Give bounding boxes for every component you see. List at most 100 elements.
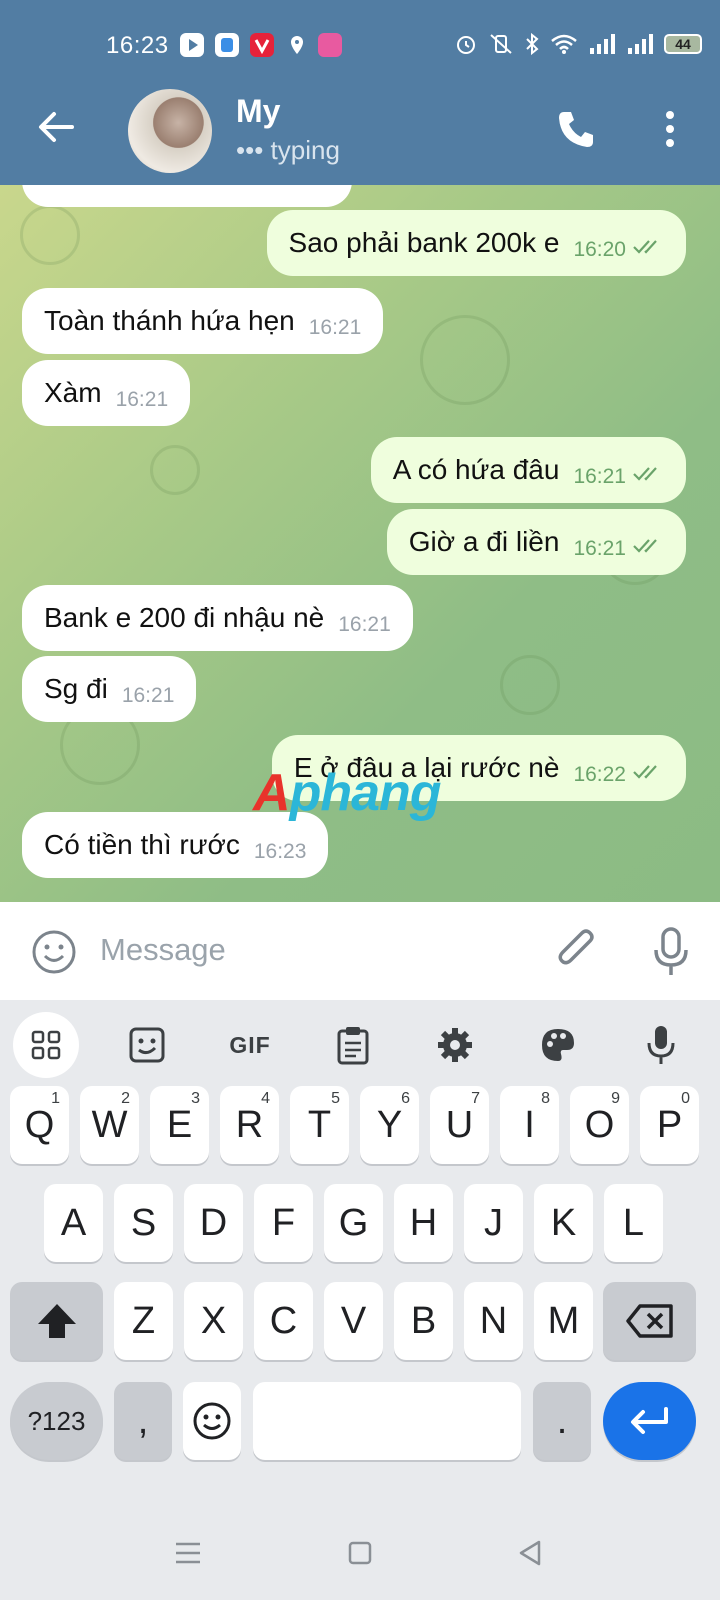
theme-palette-icon[interactable] [533,1020,583,1070]
message-time: 16:21 [338,613,391,636]
settings-gear-icon[interactable] [430,1020,480,1070]
contact-name[interactable]: My [236,93,280,130]
key-label: O [584,1103,615,1146]
key-k[interactable]: K [534,1184,593,1262]
period-key[interactable]: . [533,1382,591,1460]
shift-key[interactable] [10,1282,103,1360]
message-text: Giờ a đi liền [408,526,560,557]
message-bubble-incoming[interactable]: Xàm 16:21 [22,360,191,426]
key-a[interactable]: A [44,1184,103,1262]
key-label: Z [131,1299,156,1342]
double-check-icon [633,765,657,779]
message-bubble-incoming[interactable]: Sg đi 16:21 [22,656,197,722]
message-text: Xàm [44,377,102,408]
key-z[interactable]: Z [114,1282,173,1360]
key-r[interactable]: 4R [220,1086,279,1164]
menu-icon[interactable] [170,1535,206,1571]
key-g[interactable]: G [324,1184,383,1262]
key-label: T [307,1103,332,1146]
backspace-key[interactable] [603,1282,696,1360]
voice-input-icon[interactable] [636,1020,686,1070]
message-input[interactable]: Message [100,932,226,968]
shift-icon [37,1304,76,1338]
key-n[interactable]: N [464,1282,523,1360]
key-f[interactable]: F [254,1184,313,1262]
phone-icon[interactable] [554,107,598,151]
key-hint: 8 [541,1090,550,1107]
key-i[interactable]: 8I [500,1086,559,1164]
key-w[interactable]: 2W [80,1086,139,1164]
enter-key[interactable] [603,1382,696,1460]
status-icons: 44 [454,32,702,56]
avatar[interactable] [128,89,212,173]
key-h[interactable]: H [394,1184,453,1262]
emoji-key[interactable] [183,1382,241,1460]
alarm-icon [457,36,475,54]
home-icon[interactable] [342,1535,378,1571]
message-time: 16:21 [573,537,626,560]
key-q[interactable]: 1Q [10,1086,69,1164]
key-s[interactable]: S [114,1184,173,1262]
back-arrow-icon[interactable] [34,105,78,149]
key-label: Q [24,1103,55,1146]
sticker-icon[interactable] [122,1020,172,1070]
key-d[interactable]: D [184,1184,243,1262]
symbols-key[interactable]: ?123 [10,1382,103,1460]
back-icon[interactable] [512,1535,548,1571]
key-hint: 3 [191,1090,200,1107]
app-icon [215,33,239,57]
key-v[interactable]: V [324,1282,383,1360]
wifi-icon [551,34,577,54]
space-key[interactable] [253,1382,521,1460]
key-l[interactable]: L [604,1184,663,1262]
key-t[interactable]: 5T [290,1086,349,1164]
gif-button[interactable]: GIF [225,1020,275,1070]
key-hint: 1 [51,1090,60,1107]
more-options-icon[interactable] [660,109,680,149]
comma-key[interactable]: , [114,1382,172,1460]
key-label: S [130,1201,157,1244]
location-icon [285,33,309,57]
message-bubble-incoming[interactable]: Toàn thánh hứa hẹn 16:21 [22,288,384,354]
attach-icon[interactable] [554,926,600,976]
message-time: 16:22 [573,763,626,786]
microphone-icon[interactable] [652,926,690,978]
key-label: B [410,1299,437,1342]
message-text: Toàn thánh hứa hẹn [44,305,295,336]
key-hint: 0 [681,1090,690,1107]
chat-area[interactable]: Sao phải bank 200k e 16:20 Toàn thánh hứa… [0,185,720,902]
emoji-icon[interactable] [30,928,78,976]
key-label: K [550,1201,577,1244]
message-text: Sg đi [44,673,108,704]
key-label: G [338,1201,369,1244]
message-bubble-outgoing[interactable]: Giờ a đi liền 16:21 [386,509,686,575]
key-y[interactable]: 6Y [360,1086,419,1164]
message-time: 16:21 [121,684,175,707]
key-m[interactable]: M [534,1282,593,1360]
watermark-logo: Aphang [253,764,442,822]
message-time: 16:20 [573,238,626,261]
message-bubble-outgoing[interactable]: Sao phải bank 200k e 16:20 [266,210,686,276]
message-text: A có hứa đâu [392,454,560,485]
key-p[interactable]: 0P [640,1086,699,1164]
key-label: H [409,1201,438,1244]
message-bubble-incoming[interactable]: Bank e 200 đi nhậu nè 16:21 [22,585,413,651]
key-u[interactable]: 7U [430,1086,489,1164]
message-time: 16:23 [253,840,307,863]
key-label: E [166,1103,193,1146]
clipboard-icon[interactable] [328,1020,378,1070]
key-o[interactable]: 9O [570,1086,629,1164]
key-c[interactable]: C [254,1282,313,1360]
key-label: I [524,1103,535,1146]
key-hint: 4 [261,1090,270,1107]
typing-label: typing [270,135,340,165]
message-bubble-outgoing[interactable]: A có hứa đâu 16:21 [370,437,686,503]
message-text: Bank e 200 đi nhậu nè [44,602,325,633]
backspace-icon [625,1304,673,1338]
apps-grid-icon[interactable] [13,1012,79,1078]
message-time: 16:21 [308,316,362,339]
key-j[interactable]: J [464,1184,523,1262]
key-e[interactable]: 3E [150,1086,209,1164]
key-x[interactable]: X [184,1282,243,1360]
key-b[interactable]: B [394,1282,453,1360]
